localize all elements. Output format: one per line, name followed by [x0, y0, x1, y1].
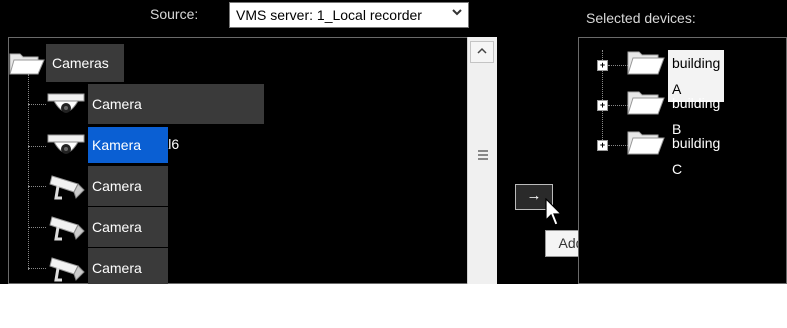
expand-plus-icon[interactable]: + [597, 140, 608, 151]
arrow-right-icon: → [526, 187, 542, 204]
expand-plus-icon[interactable]: + [597, 100, 608, 111]
folder-icon [626, 46, 666, 81]
tree-scrollbar[interactable] [467, 37, 497, 284]
bullet-camera-icon [46, 170, 88, 207]
tree-item-label: Camera 5 [92, 260, 142, 316]
tree-root-label: Cameras [52, 55, 109, 71]
tree-connector [28, 268, 46, 269]
tree-connector [28, 186, 46, 187]
chevron-up-icon [477, 47, 487, 54]
dome-camera-icon [46, 133, 86, 164]
folder-icon [8, 48, 46, 81]
chevron-down-icon [450, 6, 464, 22]
mouse-cursor-icon [545, 198, 563, 226]
tree-connector [608, 145, 628, 146]
source-label: Source: [150, 6, 199, 22]
dome-camera-icon [46, 92, 86, 123]
tree-connector [608, 105, 628, 106]
folder-icon [626, 126, 666, 161]
folder-icon [626, 86, 666, 121]
source-dropdown[interactable]: VMS server: 1_Local recorder [229, 2, 469, 28]
bullet-camera-icon [46, 252, 88, 289]
scroll-up-button[interactable] [470, 41, 494, 63]
tree-connector [28, 227, 46, 228]
expand-plus-icon[interactable]: + [597, 60, 608, 71]
tree-item-label: building C [672, 135, 721, 177]
tree-connector [28, 146, 46, 147]
tree-connector [28, 104, 46, 105]
tree-connector [608, 65, 628, 66]
selected-devices-label: Selected devices: [586, 10, 696, 26]
source-dropdown-value: VMS server: 1_Local recorder [236, 7, 422, 23]
scroll-grip-icon[interactable] [478, 150, 488, 162]
bullet-camera-icon [46, 211, 88, 248]
